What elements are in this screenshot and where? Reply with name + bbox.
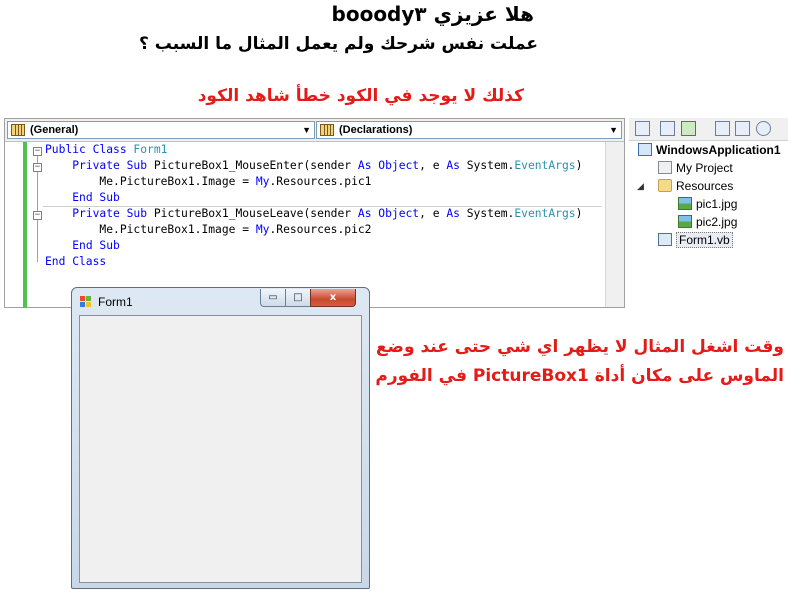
chevron-down-icon: ▼ xyxy=(609,125,618,135)
caption-no-error: كذلك لا يوجد في الكود خطأ شاهد الكود xyxy=(197,86,524,106)
tree-item-resources[interactable]: Resources xyxy=(658,178,733,195)
code-line-2: Private Sub PictureBox1_MouseEnter(sende… xyxy=(72,159,583,172)
editor-vertical-scrollbar[interactable] xyxy=(605,142,624,307)
code-line-1: Public Class Form1 xyxy=(45,143,168,156)
class-name-dropdown[interactable]: (General) ▼ xyxy=(7,121,315,139)
class-view-icon[interactable] xyxy=(756,121,771,136)
show-all-files-icon[interactable] xyxy=(660,121,675,136)
collapse-class-icon[interactable]: − xyxy=(33,147,42,156)
image-file-icon xyxy=(678,215,692,228)
form1-client-area[interactable] xyxy=(79,315,362,583)
refresh-icon[interactable] xyxy=(681,121,696,136)
note-line-2: الماوس على مكان أداة PictureBox1 في الفو… xyxy=(375,366,784,386)
properties-icon[interactable] xyxy=(635,121,650,136)
declarations-icon xyxy=(320,124,334,136)
collapse-sub-enter-icon[interactable]: − xyxy=(33,163,42,172)
form1-window: Form1 ▭ □ x xyxy=(71,287,370,589)
class-name-value: (General) xyxy=(30,124,79,136)
form-file-icon xyxy=(658,233,672,246)
note-line-1: وقت اشغل المثال لا يظهر اي شي حتى عند وض… xyxy=(375,337,784,357)
tree-item-pic2[interactable]: pic2.jpg xyxy=(678,214,737,231)
solution-explorer-toolbar xyxy=(629,118,788,141)
tree-item-my-project[interactable]: My Project xyxy=(658,160,733,177)
form1-title: Form1 xyxy=(98,295,133,309)
image-file-icon xyxy=(678,197,692,210)
maximize-icon: □ xyxy=(293,292,303,303)
tree-item-pic1[interactable]: pic1.jpg xyxy=(678,196,737,213)
caption-greeting: هلا عزيزي booody٣ xyxy=(331,2,534,26)
maximize-button[interactable]: □ xyxy=(285,289,311,307)
solution-item[interactable]: WindowsApplication1 xyxy=(638,142,781,159)
folder-open-icon xyxy=(658,179,672,192)
my-project-icon xyxy=(658,161,672,174)
code-editor[interactable]: (General) ▼ (Declarations) ▼ − − − Publi… xyxy=(4,118,625,308)
expand-triangle-icon[interactable]: ◢ xyxy=(637,182,644,192)
collapse-sub-leave-icon[interactable]: − xyxy=(33,211,42,220)
close-icon: x xyxy=(329,292,337,303)
editor-navigation-bar: (General) ▼ (Declarations) ▼ xyxy=(5,119,624,142)
method-name-value: (Declarations) xyxy=(339,124,413,136)
vb-project-icon xyxy=(638,143,652,156)
caption-question: عملت نفس شرحك ولم يعمل المثال ما السبب ؟ xyxy=(138,34,538,54)
code-line-4: End Sub xyxy=(72,191,120,204)
general-icon xyxy=(11,124,25,136)
solution-explorer: WindowsApplication1 My Project ◢ Resourc… xyxy=(629,118,788,268)
code-line-8: End Class xyxy=(45,255,107,268)
close-button[interactable]: x xyxy=(310,289,356,307)
tree-item-form1-vb[interactable]: Form1.vb xyxy=(658,232,733,249)
view-code-icon[interactable] xyxy=(715,121,730,136)
minimize-button[interactable]: ▭ xyxy=(260,289,286,307)
view-designer-icon[interactable] xyxy=(735,121,750,136)
code-line-6: Me.PictureBox1.Image = My.Resources.pic2 xyxy=(99,223,372,236)
method-name-dropdown[interactable]: (Declarations) ▼ xyxy=(316,121,622,139)
form1-title-bar[interactable]: Form1 ▭ □ x xyxy=(72,288,369,314)
windows-form-icon xyxy=(80,296,92,307)
code-line-3: Me.PictureBox1.Image = My.Resources.pic1 xyxy=(99,175,372,188)
minimize-icon: ▭ xyxy=(268,292,278,303)
change-indicator-bar xyxy=(23,142,27,308)
chevron-down-icon: ▼ xyxy=(302,125,311,135)
code-line-5: Private Sub PictureBox1_MouseLeave(sende… xyxy=(72,207,583,220)
code-line-7: End Sub xyxy=(72,239,120,252)
